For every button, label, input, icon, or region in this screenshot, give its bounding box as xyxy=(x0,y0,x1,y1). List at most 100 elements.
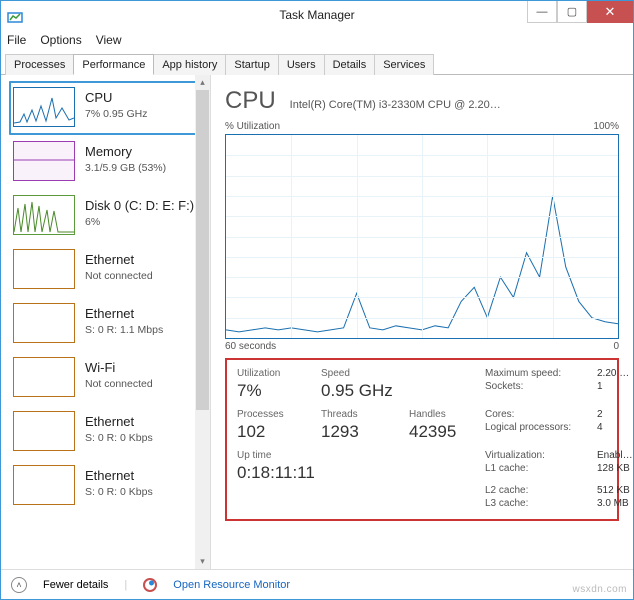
cores-value: 2 xyxy=(597,409,633,420)
cores-label: Cores: xyxy=(485,409,591,420)
sidebar-item-memory[interactable]: Memory 3.1/5.9 GB (53%) xyxy=(9,135,206,189)
page-title: CPU xyxy=(225,87,276,115)
sidebar-scrollbar[interactable]: ▴ ▾ xyxy=(195,75,210,569)
sidebar-item-sub: 3.1/5.9 GB (53%) xyxy=(85,161,166,175)
disk-thumb-icon xyxy=(13,195,75,235)
l3-value: 3.0 MB xyxy=(597,498,633,509)
utilization-label: Utilization xyxy=(237,368,315,379)
sidebar-item-label: Wi-Fi xyxy=(85,359,153,377)
logical-label: Logical processors: xyxy=(485,422,591,448)
tab-services[interactable]: Services xyxy=(374,54,434,75)
footer: ˄ Fewer details | Open Resource Monitor xyxy=(1,569,633,599)
menu-view[interactable]: View xyxy=(96,33,122,47)
minimize-button[interactable]: — xyxy=(527,1,557,23)
app-icon xyxy=(7,7,23,23)
cpu-stats: Utilization Speed Maximum speed: 2.20 … … xyxy=(225,358,619,521)
sidebar-item-ethernet-1[interactable]: Ethernet Not connected xyxy=(9,243,206,297)
scroll-down-icon[interactable]: ▾ xyxy=(195,554,210,569)
graph-x-left: 60 seconds xyxy=(225,341,276,352)
maximize-button[interactable]: ▢ xyxy=(557,1,587,23)
ethernet-thumb-icon xyxy=(13,303,75,343)
max-speed-value: 2.20 … xyxy=(597,368,633,379)
sidebar-item-label: Disk 0 (C: D: E: F:) xyxy=(85,197,194,215)
sidebar-item-ethernet-4[interactable]: Ethernet S: 0 R: 0 Kbps xyxy=(9,459,206,513)
scroll-thumb[interactable] xyxy=(196,90,209,410)
l1-label: L1 cache: xyxy=(485,463,591,483)
tab-users[interactable]: Users xyxy=(278,54,325,75)
sidebar-item-sub: 6% xyxy=(85,215,194,229)
uptime-value: 0:18:11:11 xyxy=(237,463,479,483)
sidebar-item-label: CPU xyxy=(85,89,147,107)
speed-label: Speed xyxy=(321,368,403,379)
tab-performance[interactable]: Performance xyxy=(73,54,154,75)
tab-processes[interactable]: Processes xyxy=(5,54,74,75)
task-manager-window: Task Manager — ▢ ✕ File Options View Pro… xyxy=(0,0,634,600)
virt-value: Enabl… xyxy=(597,450,633,461)
threads-value: 1293 xyxy=(321,422,403,442)
processes-value: 102 xyxy=(237,422,315,442)
cpu-thumb-icon xyxy=(13,87,75,127)
memory-thumb-icon xyxy=(13,141,75,181)
sidebar-item-label: Memory xyxy=(85,143,166,161)
utilization-value: 7% xyxy=(237,381,315,401)
sidebar-item-wifi[interactable]: Wi-Fi Not connected xyxy=(9,351,206,405)
speed-value: 0.95 GHz xyxy=(321,381,403,401)
sidebar-item-sub: S: 0 R: 0 Kbps xyxy=(85,431,153,445)
processes-label: Processes xyxy=(237,409,315,420)
sidebar-item-disk[interactable]: Disk 0 (C: D: E: F:) 6% xyxy=(9,189,206,243)
max-speed-label: Maximum speed: xyxy=(485,368,591,379)
uptime-label: Up time xyxy=(237,450,479,461)
close-button[interactable]: ✕ xyxy=(587,1,633,23)
tab-startup[interactable]: Startup xyxy=(225,54,278,75)
handles-value: 42395 xyxy=(409,422,479,442)
sidebar-item-ethernet-3[interactable]: Ethernet S: 0 R: 0 Kbps xyxy=(9,405,206,459)
sidebar-item-label: Ethernet xyxy=(85,251,153,269)
tab-details[interactable]: Details xyxy=(324,54,376,75)
scroll-up-icon[interactable]: ▴ xyxy=(195,75,210,90)
sidebar-item-label: Ethernet xyxy=(85,467,153,485)
titlebar: Task Manager — ▢ ✕ xyxy=(1,1,633,29)
tab-app-history[interactable]: App history xyxy=(153,54,226,75)
threads-label: Threads xyxy=(321,409,403,420)
sidebar-item-sub: S: 0 R: 1.1 Mbps xyxy=(85,323,163,337)
virt-label: Virtualization: xyxy=(485,450,591,461)
menu-options[interactable]: Options xyxy=(40,33,81,47)
ethernet-thumb-icon xyxy=(13,249,75,289)
l1-value: 128 KB xyxy=(597,463,633,483)
sidebar-item-sub: S: 0 R: 0 Kbps xyxy=(85,485,153,499)
resource-monitor-icon xyxy=(143,578,157,592)
window-controls: — ▢ ✕ xyxy=(527,1,633,23)
sidebar-item-sub: Not connected xyxy=(85,377,153,391)
fewer-details-button[interactable]: Fewer details xyxy=(43,579,108,591)
sidebar: CPU 7% 0.95 GHz Memory 3.1/5.9 GB (53%) xyxy=(1,75,211,569)
sidebar-item-label: Ethernet xyxy=(85,413,153,431)
ethernet-thumb-icon xyxy=(13,465,75,505)
tab-strip: Processes Performance App history Startu… xyxy=(1,53,633,75)
sidebar-item-sub: Not connected xyxy=(85,269,153,283)
watermark: wsxdn.com xyxy=(572,584,627,595)
graph-x-right: 0 xyxy=(613,341,619,352)
graph-y-max: 100% xyxy=(593,121,619,132)
main-panel: CPU Intel(R) Core(TM) i3-2330M CPU @ 2.2… xyxy=(211,75,633,569)
graph-y-label: % Utilization xyxy=(225,121,280,132)
sidebar-item-label: Ethernet xyxy=(85,305,163,323)
chevron-up-icon[interactable]: ˄ xyxy=(11,577,27,593)
window-title: Task Manager xyxy=(279,8,354,22)
cpu-graph xyxy=(225,134,619,339)
menubar: File Options View xyxy=(1,29,633,51)
logical-value: 4 xyxy=(597,422,633,448)
body: CPU 7% 0.95 GHz Memory 3.1/5.9 GB (53%) xyxy=(1,75,633,569)
l2-label: L2 cache: xyxy=(485,485,591,496)
sockets-label: Sockets: xyxy=(485,381,591,407)
l2-value: 512 KB xyxy=(597,485,633,496)
sockets-value: 1 xyxy=(597,381,633,407)
l3-label: L3 cache: xyxy=(485,498,591,509)
wifi-thumb-icon xyxy=(13,357,75,397)
sidebar-item-ethernet-2[interactable]: Ethernet S: 0 R: 1.1 Mbps xyxy=(9,297,206,351)
open-resource-monitor-link[interactable]: Open Resource Monitor xyxy=(173,579,290,591)
sidebar-item-sub: 7% 0.95 GHz xyxy=(85,107,147,121)
sidebar-item-cpu[interactable]: CPU 7% 0.95 GHz xyxy=(9,81,206,135)
handles-label: Handles xyxy=(409,409,479,420)
menu-file[interactable]: File xyxy=(7,33,26,47)
ethernet-thumb-icon xyxy=(13,411,75,451)
